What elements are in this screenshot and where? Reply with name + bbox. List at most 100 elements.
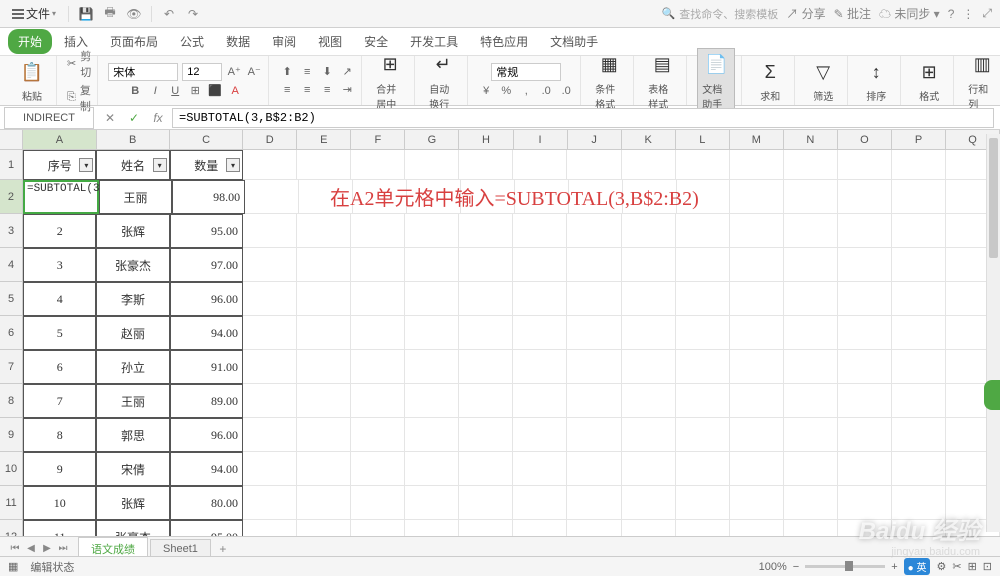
cell-D3[interactable] bbox=[243, 214, 297, 248]
filter-button[interactable]: ▽筛选 bbox=[805, 56, 841, 105]
cell-G11[interactable] bbox=[405, 486, 459, 520]
file-menu[interactable]: 文件▾ bbox=[8, 3, 60, 24]
cell-L4[interactable] bbox=[676, 248, 730, 282]
cell-G1[interactable] bbox=[405, 150, 459, 180]
command-search[interactable]: 🔍 查找命令、搜索模板 bbox=[662, 6, 779, 22]
align-middle-icon[interactable]: ≡ bbox=[299, 64, 315, 80]
cell-C1[interactable]: 数量▾ bbox=[170, 150, 243, 180]
cell-G8[interactable] bbox=[405, 384, 459, 418]
print-icon[interactable]: 🖶 bbox=[101, 5, 119, 23]
cell-C6[interactable]: 94.00 bbox=[170, 316, 243, 350]
more-icon[interactable]: ⋮ bbox=[962, 7, 974, 21]
ime-indicator[interactable]: ● 英 bbox=[904, 558, 931, 575]
cell-F11[interactable] bbox=[351, 486, 405, 520]
cell-N8[interactable] bbox=[784, 384, 838, 418]
cell-A11[interactable]: 10 bbox=[23, 486, 96, 520]
view-mode-icon[interactable]: ▦ bbox=[8, 560, 18, 573]
status-icon-4[interactable]: ⊡ bbox=[983, 560, 992, 573]
cell-B1[interactable]: 姓名▾ bbox=[96, 150, 169, 180]
cell-O1[interactable] bbox=[838, 150, 892, 180]
sheet-nav-first-icon[interactable]: ⏮ bbox=[8, 542, 22, 556]
cell-F9[interactable] bbox=[351, 418, 405, 452]
cell-I3[interactable] bbox=[513, 214, 567, 248]
name-box[interactable]: INDIRECT bbox=[4, 107, 94, 129]
cell-L5[interactable] bbox=[676, 282, 730, 316]
cell-H8[interactable] bbox=[459, 384, 513, 418]
preview-icon[interactable]: 👁 bbox=[125, 5, 143, 23]
underline-icon[interactable]: U bbox=[167, 83, 183, 99]
cell-L1[interactable] bbox=[676, 150, 730, 180]
col-header-C[interactable]: C bbox=[170, 130, 243, 149]
cell-I9[interactable] bbox=[513, 418, 567, 452]
orientation-icon[interactable]: ↗ bbox=[339, 64, 355, 80]
col-header-B[interactable]: B bbox=[97, 130, 170, 149]
row-header-4[interactable]: 4 bbox=[0, 248, 23, 282]
cell-A2[interactable]: =SUBTOTAL(3,B$2:B2) bbox=[23, 180, 99, 214]
cell-O3[interactable] bbox=[838, 214, 892, 248]
cell-H10[interactable] bbox=[459, 452, 513, 486]
cell-F5[interactable] bbox=[351, 282, 405, 316]
filter-btn-C[interactable]: ▾ bbox=[226, 158, 240, 172]
cell-A7[interactable]: 6 bbox=[23, 350, 96, 384]
cell-E1[interactable] bbox=[297, 150, 351, 180]
row-header-9[interactable]: 9 bbox=[0, 418, 23, 452]
tab-视图[interactable]: 视图 bbox=[308, 29, 352, 54]
cell-B5[interactable]: 李斯 bbox=[96, 282, 169, 316]
cell-J1[interactable] bbox=[567, 150, 621, 180]
col-header-D[interactable]: D bbox=[243, 130, 297, 149]
col-header-K[interactable]: K bbox=[622, 130, 676, 149]
format-button[interactable]: ⊞格式 bbox=[911, 56, 947, 105]
cell-B3[interactable]: 张辉 bbox=[96, 214, 169, 248]
cell-L6[interactable] bbox=[676, 316, 730, 350]
wrap-button[interactable]: ↵自动换行 bbox=[425, 49, 461, 113]
cell-F10[interactable] bbox=[351, 452, 405, 486]
cell-I8[interactable] bbox=[513, 384, 567, 418]
cell-O8[interactable] bbox=[838, 384, 892, 418]
cell-P2[interactable] bbox=[892, 180, 946, 214]
cell-O4[interactable] bbox=[838, 248, 892, 282]
status-icon-3[interactable]: ⊞ bbox=[968, 560, 977, 573]
sum-button[interactable]: Σ求和 bbox=[752, 56, 788, 105]
border-icon[interactable]: ⊞ bbox=[187, 83, 203, 99]
cell-J7[interactable] bbox=[567, 350, 621, 384]
cell-J9[interactable] bbox=[567, 418, 621, 452]
cell-D1[interactable] bbox=[243, 150, 297, 180]
cell-I1[interactable] bbox=[513, 150, 567, 180]
cell-D8[interactable] bbox=[243, 384, 297, 418]
cell-G9[interactable] bbox=[405, 418, 459, 452]
cell-A10[interactable]: 9 bbox=[23, 452, 96, 486]
cell-L3[interactable] bbox=[676, 214, 730, 248]
undo-icon[interactable]: ↶ bbox=[160, 5, 178, 23]
number-format-select[interactable] bbox=[491, 63, 561, 81]
cell-K4[interactable] bbox=[622, 248, 676, 282]
cell-P8[interactable] bbox=[892, 384, 946, 418]
cell-K9[interactable] bbox=[622, 418, 676, 452]
cell-O11[interactable] bbox=[838, 486, 892, 520]
table-style-button[interactable]: ▤表格样式 bbox=[644, 49, 680, 113]
cell-N10[interactable] bbox=[784, 452, 838, 486]
cell-L8[interactable] bbox=[676, 384, 730, 418]
cell-P11[interactable] bbox=[892, 486, 946, 520]
currency-icon[interactable]: ¥ bbox=[478, 83, 494, 99]
vertical-scrollbar[interactable] bbox=[986, 134, 1000, 532]
share-link[interactable]: ↗ 分享 bbox=[786, 5, 825, 22]
cell-N2[interactable] bbox=[784, 180, 838, 214]
align-top-icon[interactable]: ⬆ bbox=[279, 64, 295, 80]
cell-M10[interactable] bbox=[730, 452, 784, 486]
tab-开始[interactable]: 开始 bbox=[8, 29, 52, 54]
cell-K11[interactable] bbox=[622, 486, 676, 520]
cell-M4[interactable] bbox=[730, 248, 784, 282]
cell-O6[interactable] bbox=[838, 316, 892, 350]
cell-H1[interactable] bbox=[459, 150, 513, 180]
cell-P6[interactable] bbox=[892, 316, 946, 350]
tab-公式[interactable]: 公式 bbox=[170, 29, 214, 54]
cell-D9[interactable] bbox=[243, 418, 297, 452]
cell-E7[interactable] bbox=[297, 350, 351, 384]
cell-N4[interactable] bbox=[784, 248, 838, 282]
cell-N5[interactable] bbox=[784, 282, 838, 316]
cell-E11[interactable] bbox=[297, 486, 351, 520]
cell-A1[interactable]: 序号▾ bbox=[23, 150, 96, 180]
cond-format-button[interactable]: ▦条件格式 bbox=[591, 49, 627, 113]
cell-I7[interactable] bbox=[513, 350, 567, 384]
cell-N7[interactable] bbox=[784, 350, 838, 384]
